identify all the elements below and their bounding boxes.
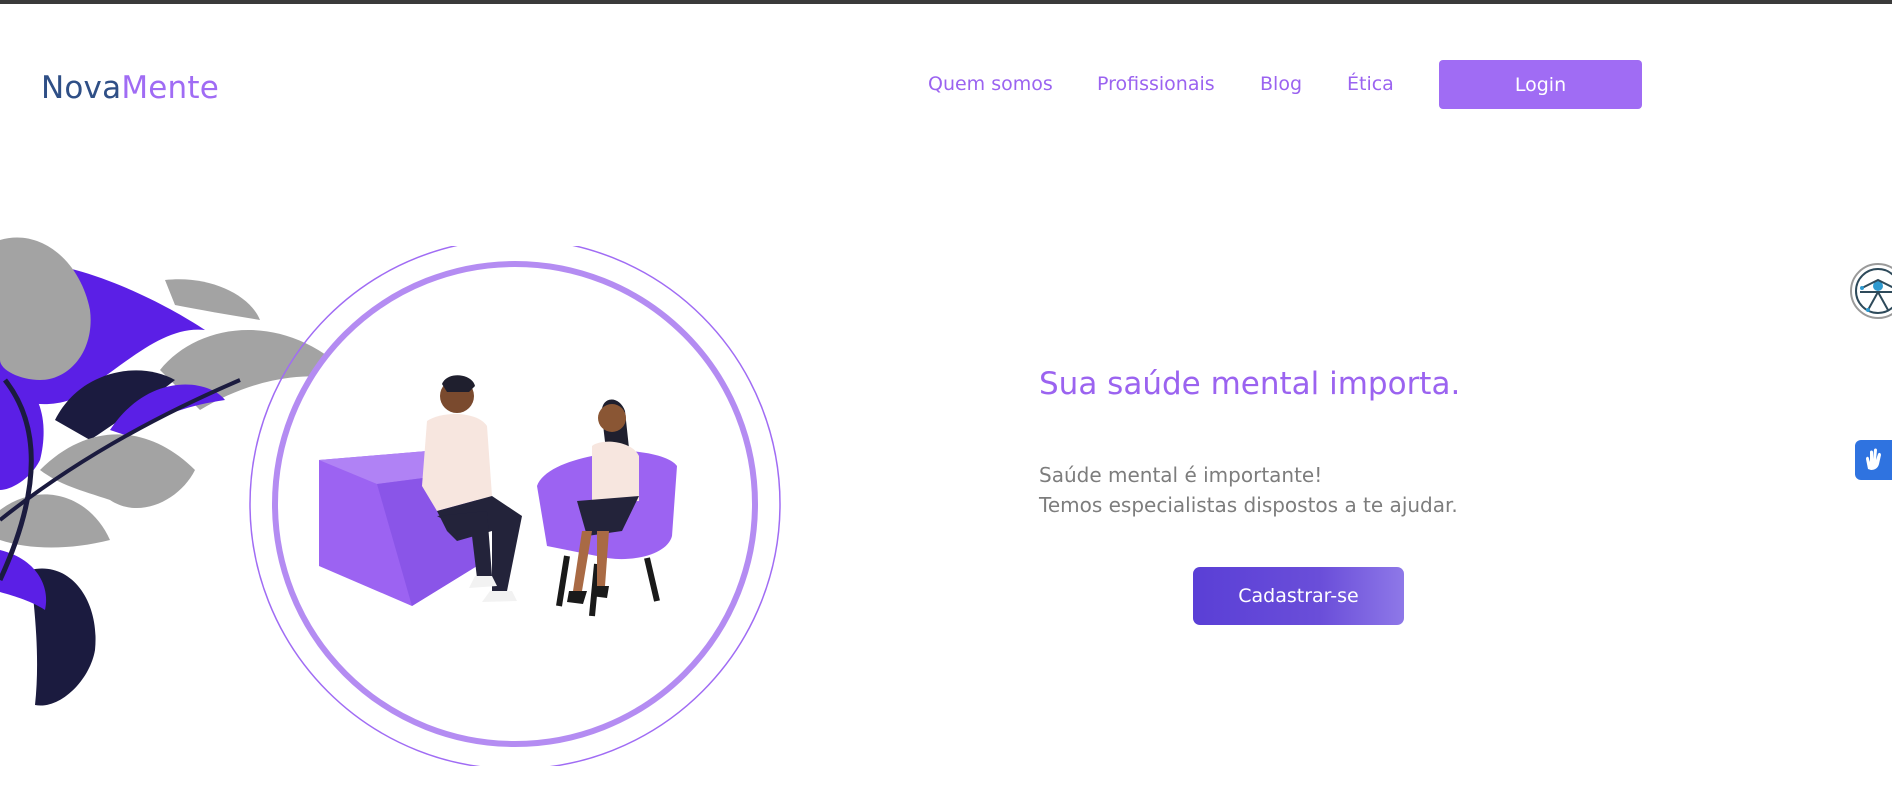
nav-link-quem-somos[interactable]: Quem somos bbox=[928, 73, 1053, 95]
sign-language-button[interactable] bbox=[1855, 440, 1892, 480]
accessibility-button[interactable] bbox=[1848, 262, 1892, 320]
logo-text-nova: Nova bbox=[41, 70, 122, 106]
hero-description-line1: Saúde mental é importante! bbox=[1039, 463, 1323, 487]
logo-text-mente: Mente bbox=[121, 70, 220, 106]
accessibility-icon bbox=[1850, 263, 1892, 319]
nav-link-etica[interactable]: Ética bbox=[1347, 73, 1394, 95]
nav-link-blog[interactable]: Blog bbox=[1260, 73, 1302, 95]
plant-leaf bbox=[165, 279, 260, 320]
hero-description-line2: Temos especialistas dispostos a te ajuda… bbox=[1039, 493, 1458, 517]
plant-leaf bbox=[0, 237, 91, 380]
login-button[interactable]: Login bbox=[1439, 60, 1642, 109]
top-border bbox=[0, 0, 1892, 4]
therapy-session-illustration bbox=[249, 246, 781, 766]
hero-headline: Sua saúde mental importa. bbox=[1039, 366, 1461, 402]
nav-link-profissionais[interactable]: Profissionais bbox=[1097, 73, 1215, 95]
logo[interactable]: NovaMente bbox=[41, 70, 219, 106]
plant-leaf bbox=[40, 434, 195, 509]
sign-language-hands-icon bbox=[1865, 448, 1881, 470]
signup-button[interactable]: Cadastrar-se bbox=[1193, 567, 1404, 625]
